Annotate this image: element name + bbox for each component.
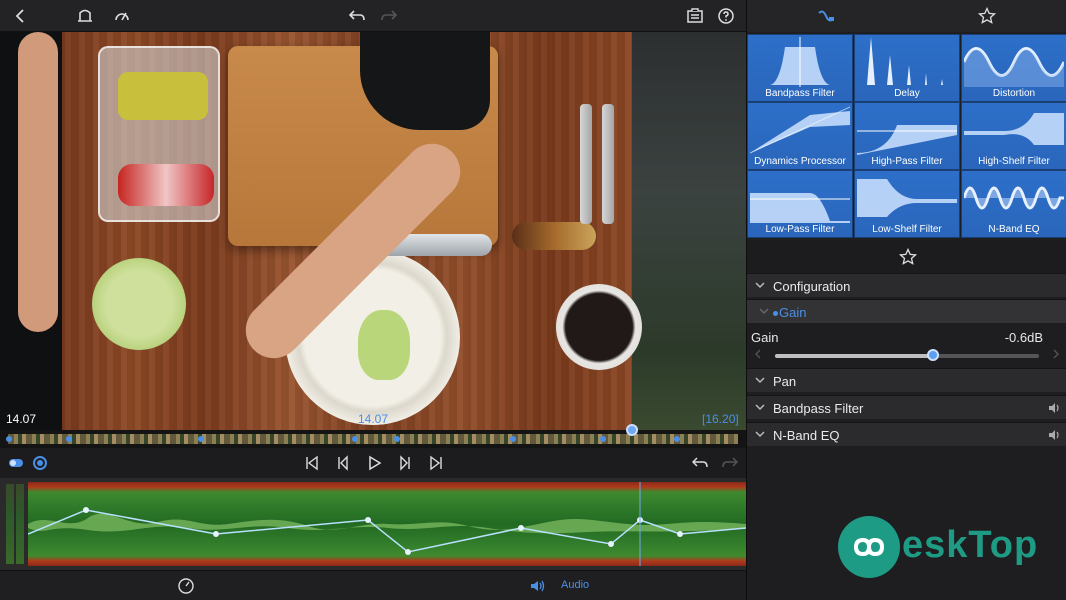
redo-icon[interactable] bbox=[378, 5, 400, 27]
undo-keyframe-icon[interactable] bbox=[690, 454, 710, 472]
favorites-row bbox=[747, 240, 1066, 272]
back-icon[interactable] bbox=[10, 5, 32, 27]
effects-tab-icon[interactable] bbox=[815, 5, 837, 27]
clipboard-icon[interactable] bbox=[684, 5, 706, 27]
gain-label: Gain bbox=[751, 330, 779, 345]
gain-slider-fill bbox=[775, 354, 934, 358]
cup bbox=[556, 284, 642, 370]
watermark-logo: eskTop bbox=[838, 516, 1048, 578]
filmstrip-frames bbox=[8, 434, 738, 444]
effect-n-band-eq[interactable]: N-Band EQ bbox=[961, 170, 1066, 238]
pickles bbox=[118, 72, 208, 120]
crop-icon[interactable] bbox=[74, 5, 96, 27]
guacamole-bowl bbox=[92, 258, 186, 350]
effect-distortion[interactable]: Distortion bbox=[961, 34, 1066, 102]
chevron-right-icon[interactable] bbox=[1051, 348, 1061, 360]
effect-bandpass-filter[interactable]: Bandpass Filter bbox=[747, 34, 853, 102]
keyframe[interactable] bbox=[198, 436, 204, 442]
gain-subsection[interactable]: Gain bbox=[747, 299, 1066, 323]
speaker-icon[interactable] bbox=[1047, 401, 1061, 415]
audio-speaker-icon[interactable] bbox=[526, 575, 548, 597]
transport-bar bbox=[0, 448, 746, 478]
radish bbox=[118, 164, 214, 206]
play-icon[interactable] bbox=[364, 454, 384, 472]
current-time: 14.07 bbox=[6, 412, 37, 426]
effects-panel: Bandpass Filter Delay Distortion Dynamic… bbox=[746, 0, 1066, 600]
gain-subsection-label: Gain bbox=[773, 305, 806, 320]
video-background bbox=[632, 32, 746, 430]
favorite-star-icon[interactable] bbox=[897, 246, 919, 268]
bandpass-filter-section[interactable]: Bandpass Filter bbox=[747, 395, 1066, 419]
video-preview[interactable]: 14.07 14.07 [16.20] bbox=[0, 32, 746, 430]
active-dot-icon bbox=[773, 311, 778, 317]
audio-track[interactable] bbox=[0, 478, 746, 570]
toggle-icon[interactable] bbox=[6, 454, 26, 472]
marker-time: 14.07 bbox=[358, 412, 389, 426]
skip-end-icon[interactable] bbox=[426, 454, 446, 472]
keyframe[interactable] bbox=[6, 436, 12, 442]
effect-high-shelf-filter[interactable]: High-Shelf Filter bbox=[961, 102, 1066, 170]
pepper-grinder bbox=[512, 222, 596, 250]
help-icon[interactable] bbox=[715, 5, 737, 27]
gain-value: -0.6dB bbox=[1004, 330, 1043, 345]
gain-slider-knob[interactable] bbox=[927, 349, 940, 361]
top-toolbar bbox=[0, 0, 746, 32]
chevron-left-icon[interactable] bbox=[753, 348, 763, 360]
effect-delay[interactable]: Delay bbox=[854, 34, 960, 102]
keyframe[interactable] bbox=[510, 436, 516, 442]
forks bbox=[578, 104, 624, 224]
left-arm bbox=[18, 32, 58, 332]
undo-icon[interactable] bbox=[346, 5, 368, 27]
n-band-eq-section[interactable]: N-Band EQ bbox=[747, 422, 1066, 446]
effect-low-pass-filter[interactable]: Low-Pass Filter bbox=[747, 170, 853, 238]
effect-dynamics-processor[interactable]: Dynamics Processor bbox=[747, 102, 853, 170]
keyframe[interactable] bbox=[674, 436, 680, 442]
chevron-down-icon bbox=[759, 308, 769, 315]
chevron-down-icon bbox=[755, 377, 765, 384]
skip-start-icon[interactable] bbox=[302, 454, 322, 472]
keyframe[interactable] bbox=[66, 436, 72, 442]
watermark-circle-icon bbox=[838, 516, 900, 578]
gain-slider[interactable] bbox=[775, 349, 1039, 361]
step-back-icon[interactable] bbox=[332, 454, 352, 472]
effect-low-shelf-filter[interactable]: Low-Shelf Filter bbox=[854, 170, 960, 238]
chevron-down-icon bbox=[755, 431, 765, 438]
watermark-text: eskTop bbox=[902, 524, 1039, 566]
redo-keyframe-icon[interactable] bbox=[720, 454, 740, 472]
gain-subsection-text: Gain bbox=[779, 305, 807, 320]
bottom-toolbar: Audio bbox=[0, 570, 746, 600]
chevron-down-icon bbox=[755, 282, 765, 289]
gain-control: Gain -0.6dB bbox=[747, 326, 1066, 368]
speed-icon[interactable] bbox=[175, 575, 197, 597]
effect-high-pass-filter[interactable]: High-Pass Filter bbox=[854, 102, 960, 170]
panel-tabs bbox=[747, 0, 1066, 32]
app-root: 14.07 14.07 [16.20] Audio Bandpass Filte… bbox=[0, 0, 1066, 600]
level-meter-left bbox=[6, 484, 14, 564]
favorites-tab-icon[interactable] bbox=[976, 5, 998, 27]
keyframe[interactable] bbox=[394, 436, 400, 442]
audio-waveform[interactable] bbox=[28, 482, 746, 566]
chevron-down-icon bbox=[755, 404, 765, 411]
record-icon[interactable] bbox=[30, 454, 50, 472]
end-time: [16.20] bbox=[702, 412, 739, 426]
level-meter-right bbox=[16, 484, 24, 564]
step-forward-icon[interactable] bbox=[396, 454, 416, 472]
speaker-icon[interactable] bbox=[1047, 428, 1061, 442]
configuration-section[interactable]: Configuration bbox=[747, 273, 1066, 297]
keyframe[interactable] bbox=[352, 436, 358, 442]
effects-grid: Bandpass Filter Delay Distortion Dynamic… bbox=[747, 32, 1066, 240]
audio-tab-label[interactable]: Audio bbox=[561, 579, 589, 591]
speed-meter-icon[interactable] bbox=[111, 5, 133, 27]
pan-section[interactable]: Pan bbox=[747, 368, 1066, 392]
keyframe[interactable] bbox=[600, 436, 606, 442]
avocado-slices bbox=[358, 310, 410, 380]
